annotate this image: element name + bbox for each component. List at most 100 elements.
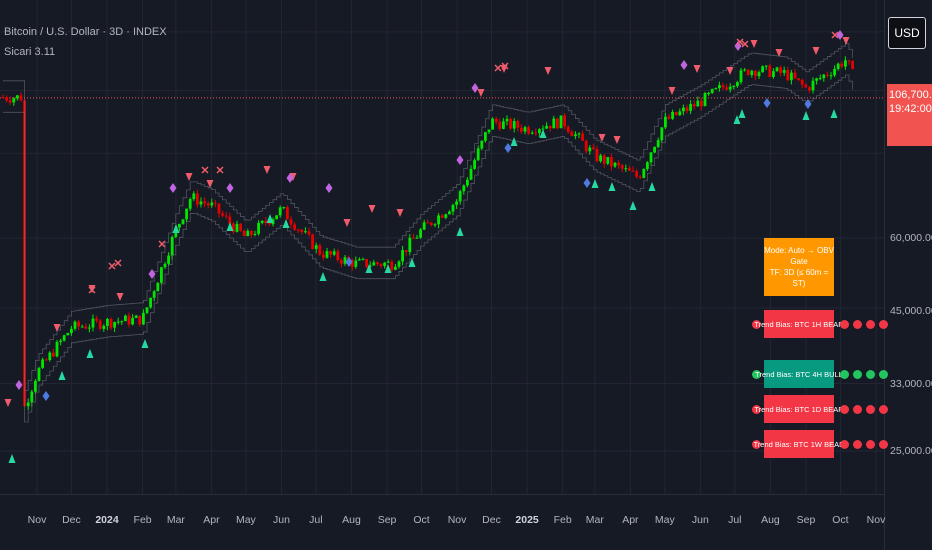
candle-body [26,402,30,407]
candle-body [516,121,520,128]
x-tick-label: Oct [832,514,849,526]
candle-body [152,291,156,298]
candle-body [433,224,437,226]
candle-body [826,74,829,76]
candle-body [199,201,203,205]
candle-body [246,230,250,237]
candle-body [282,207,286,209]
sell-arrow-icon [750,40,758,48]
candle-body [318,245,322,255]
candle-body [77,321,80,327]
candle-body [458,191,462,202]
candle-body [671,111,674,119]
candle-body [494,118,498,123]
sell-arrow-icon [368,205,376,213]
candle-body [170,236,174,256]
candle-body [617,162,620,166]
candle-body [401,250,404,262]
symbol-title: Bitcoin / U.S. Dollar · 3D · INDEX [4,26,167,38]
candle-body [332,251,336,255]
candle-body [192,193,196,200]
last-price-badge: 106,700.91 19:42:00 [887,84,932,146]
candle-body [59,340,62,342]
x-tick-label: Aug [761,514,780,526]
diamond-icon [226,183,234,193]
candle-body [595,148,599,162]
sell-arrow-icon [613,136,621,144]
candle-body [383,262,386,266]
candle-body [552,118,556,129]
x-tick-label: Jul [309,514,323,526]
x-tick-label: Sep [377,514,397,526]
candle-body [239,223,242,231]
candle-body [30,391,34,403]
y-tick-label: 25,000.00 [890,445,932,457]
candle-body [178,223,181,228]
candle-body [505,118,509,122]
candle-body [833,68,836,76]
candle-body [275,215,278,220]
candle-body [768,65,772,77]
sell-arrow-icon [53,324,61,332]
status-dot-icon [879,320,888,329]
x-tick-label: Sep [796,514,816,526]
candle-body [12,98,16,103]
candle-body [487,129,491,133]
sell-arrow-icon [726,67,734,75]
candle-body [462,185,466,192]
candle-body [480,140,484,149]
candle-body [404,250,408,253]
candle-body [664,116,667,128]
candle-body [80,326,84,328]
buy-arrow-icon [802,111,810,120]
buy-arrow-icon [591,179,599,188]
candle-body [278,207,282,216]
status-dot-icon [866,405,875,414]
candle-body [790,72,793,81]
y-tick-label: 33,000.00 [890,378,932,390]
candle-body [548,125,552,129]
x-tick-label: 2024 [95,514,119,526]
candle-body [592,147,595,149]
exit-x-icon [108,262,116,270]
buy-arrow-icon [830,109,838,118]
candle-body [620,165,624,169]
candle-body [804,84,808,88]
trend-bias-label: Trend Bias: BTC 4H BULL [755,360,843,388]
currency-button[interactable]: USD [888,17,926,49]
candle-body [602,155,606,164]
candle-body [253,233,257,235]
candle-body [685,107,689,111]
candle-body [628,168,631,171]
status-dot-icon [866,440,875,449]
candle-body [534,132,538,134]
candle-body [289,219,293,225]
buy-arrow-icon [319,272,327,281]
status-dot-icon [879,440,888,449]
candle-body [588,147,592,152]
candle-body [206,203,210,206]
candle-body [149,297,152,308]
candle-body [91,318,95,328]
x-tick-label: Jun [273,514,290,526]
trend-bias-label: Trend Bias: BTC 1D BEAR [754,395,844,423]
candle-body [52,352,55,357]
candle-body [736,82,739,86]
candle-body [696,100,700,107]
candle-body [610,157,613,167]
candle-body [656,140,660,147]
candle-body [329,251,332,255]
status-dot-icon [853,370,862,379]
candle-body [448,211,451,215]
candle-body [538,129,541,134]
mode-panel: Mode: Auto → OBV Gate TF: 3D (≤ 60m = ST… [764,238,834,296]
sell-arrow-icon [477,89,485,97]
sell-arrow-icon [263,166,271,174]
status-dot-icon [866,320,875,329]
trend-bias-row: Trend Bias: BTC 1H BEAR [752,310,888,338]
x-tick-label: Jul [728,514,742,526]
candle-body [106,318,109,326]
candle-body [473,160,476,169]
indicator-name[interactable]: Sicari 3.11 [4,46,55,58]
candle-body [710,89,714,93]
